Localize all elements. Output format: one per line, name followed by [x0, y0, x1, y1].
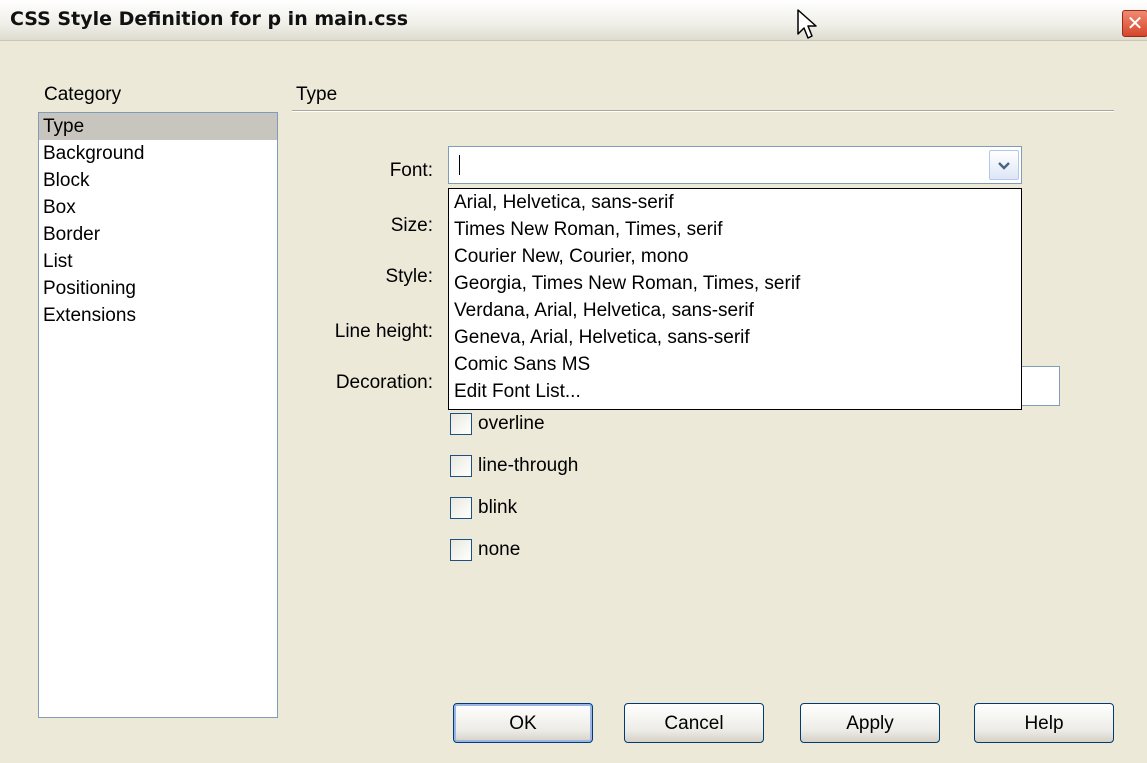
overline-label[interactable]: overline: [478, 413, 545, 435]
blink-checkbox[interactable]: [450, 497, 472, 519]
category-heading: Category: [44, 84, 122, 105]
dialog-title: CSS Style Definition for p in main.css: [10, 8, 409, 30]
none-checkbox[interactable]: [450, 539, 472, 561]
category-item-type[interactable]: Type: [39, 113, 277, 140]
partially-hidden-field[interactable]: [1020, 366, 1060, 406]
close-icon: ✕: [1126, 11, 1144, 35]
font-option[interactable]: Courier New, Courier, mono: [449, 243, 1021, 270]
line-through-label[interactable]: line-through: [478, 455, 578, 477]
font-combobox[interactable]: [448, 146, 1022, 184]
category-item-positioning[interactable]: Positioning: [39, 275, 277, 302]
edit-font-list-option[interactable]: Edit Font List...: [449, 378, 1021, 405]
decoration-label: Decoration:: [335, 372, 433, 393]
size-label: Size:: [390, 215, 433, 236]
cancel-button[interactable]: Cancel: [624, 703, 764, 743]
font-option[interactable]: Verdana, Arial, Helvetica, sans-serif: [449, 297, 1021, 324]
panel-divider: [292, 110, 1114, 112]
panel-title: Type: [296, 84, 338, 105]
style-label: Style:: [385, 266, 433, 287]
text-caret: [459, 155, 460, 175]
title-bar[interactable]: CSS Style Definition for p in main.css ✕: [0, 0, 1147, 41]
font-dropdown-list[interactable]: Arial, Helvetica, sans-serif Times New R…: [448, 188, 1022, 410]
none-label[interactable]: none: [478, 539, 520, 561]
mouse-pointer-icon: [797, 9, 817, 39]
overline-checkbox[interactable]: [450, 413, 472, 435]
category-item-list[interactable]: List: [39, 248, 277, 275]
font-dropdown-button[interactable]: [989, 150, 1019, 180]
line-height-label: Line height:: [334, 321, 433, 342]
category-list[interactable]: Type Background Block Box Border List Po…: [38, 112, 278, 718]
line-through-checkbox[interactable]: [450, 455, 472, 477]
category-item-block[interactable]: Block: [39, 167, 277, 194]
font-option[interactable]: Arial, Helvetica, sans-serif: [449, 189, 1021, 216]
category-item-background[interactable]: Background: [39, 140, 277, 167]
category-item-extensions[interactable]: Extensions: [39, 302, 277, 329]
ok-button[interactable]: OK: [453, 703, 593, 743]
font-option[interactable]: Geneva, Arial, Helvetica, sans-serif: [449, 324, 1021, 351]
apply-button[interactable]: Apply: [800, 703, 940, 743]
help-button[interactable]: Help: [974, 703, 1114, 743]
font-option[interactable]: Times New Roman, Times, serif: [449, 216, 1021, 243]
font-option[interactable]: Comic Sans MS: [449, 351, 1021, 378]
blink-label[interactable]: blink: [478, 497, 517, 519]
font-option[interactable]: Georgia, Times New Roman, Times, serif: [449, 270, 1021, 297]
category-item-box[interactable]: Box: [39, 194, 277, 221]
category-item-border[interactable]: Border: [39, 221, 277, 248]
close-button[interactable]: ✕: [1122, 10, 1147, 37]
chevron-down-icon: [998, 161, 1010, 170]
font-label: Font:: [389, 160, 433, 181]
